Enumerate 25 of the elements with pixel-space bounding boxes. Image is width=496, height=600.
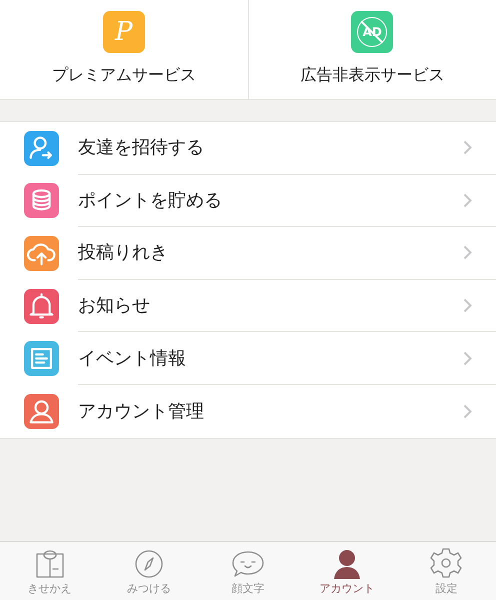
- compass-icon: [132, 548, 165, 578]
- menu-row[interactable]: 投稿りれき: [0, 227, 496, 280]
- smiley-speech-icon: [230, 548, 266, 578]
- tab[interactable]: アカウント: [298, 542, 397, 600]
- chevron-icon: [463, 298, 472, 314]
- shirt-icon: [34, 548, 66, 578]
- chevron-icon: [463, 140, 472, 156]
- menu-row[interactable]: お知らせ: [0, 280, 496, 332]
- service-label[interactable]: プレミアムサービス: [52, 63, 196, 87]
- menu-row[interactable]: ポイントを貯める: [0, 174, 496, 228]
- menu-row[interactable]: アカウント管理: [0, 384, 496, 438]
- menu-row[interactable]: イベント情報: [0, 332, 496, 385]
- menu-label: ポイントを貯める: [78, 188, 223, 213]
- chevron-icon: [463, 192, 472, 208]
- chevron-icon: [463, 404, 472, 419]
- menu-label: イベント情報: [78, 346, 187, 371]
- chevron-icon: [463, 245, 472, 260]
- menu-row[interactable]: 友達を招待する: [0, 122, 496, 175]
- service-label[interactable]: 広告非表示サービス: [300, 63, 444, 87]
- menu-label: 友達を招待する: [78, 136, 205, 160]
- menu-label: 投稿りれき: [78, 241, 169, 266]
- gear-icon: [429, 546, 464, 578]
- menu-label: お知らせ: [78, 294, 151, 318]
- menu-label: アカウント管理: [78, 400, 205, 424]
- chevron-icon: [463, 350, 472, 366]
